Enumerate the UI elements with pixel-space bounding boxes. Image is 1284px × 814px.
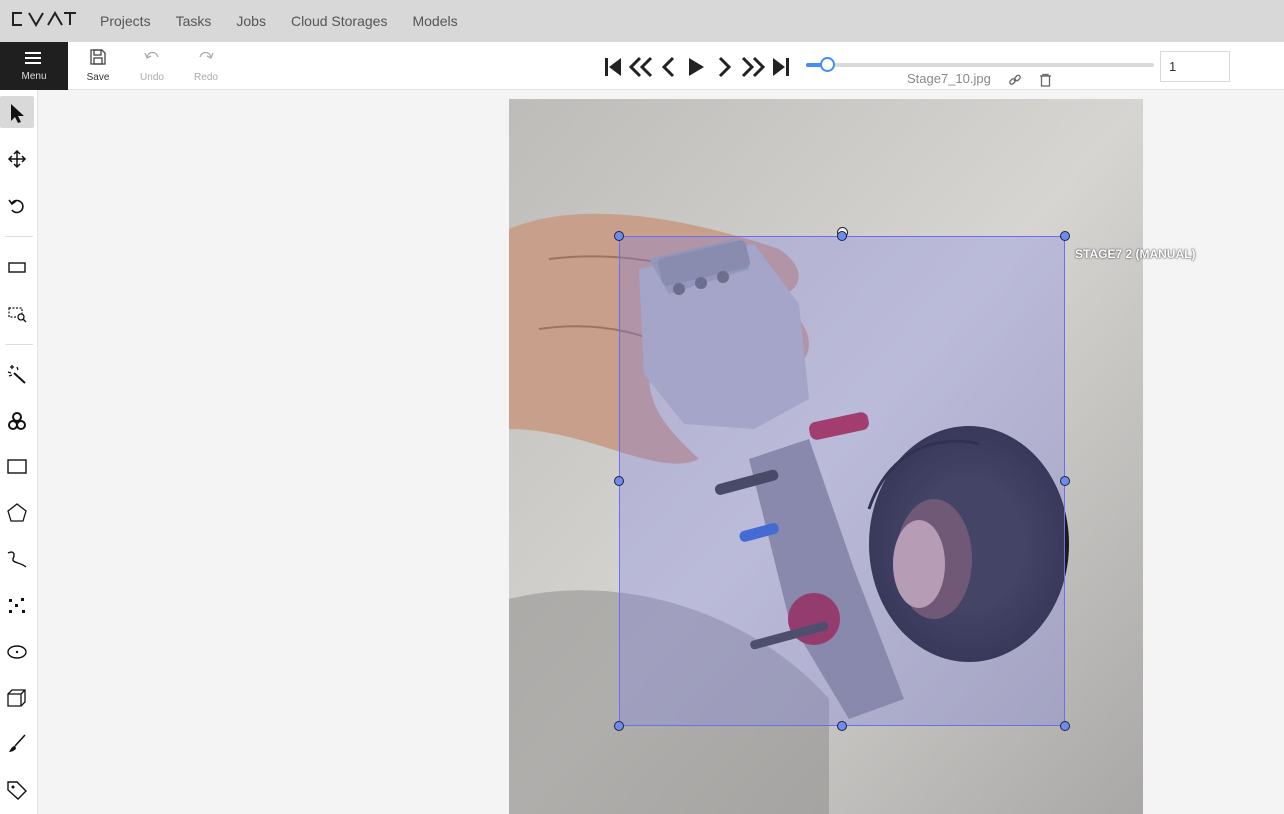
tag-tool[interactable] xyxy=(0,773,34,805)
previous-frame-icon[interactable] xyxy=(661,54,677,80)
brush-tool[interactable] xyxy=(0,727,34,759)
ellipse-icon xyxy=(7,645,27,659)
play-icon[interactable] xyxy=(686,54,706,80)
top-header: Projects Tasks Jobs Cloud Storages Model… xyxy=(0,0,1284,42)
openvino-icon xyxy=(8,412,26,430)
resize-handle-top-right[interactable] xyxy=(1060,231,1070,241)
resize-handle-bottom-left[interactable] xyxy=(614,721,624,731)
sidebar-divider xyxy=(5,344,33,345)
resize-handle-bottom[interactable] xyxy=(837,721,847,731)
frame-number-input[interactable] xyxy=(1160,51,1230,82)
nav-models[interactable]: Models xyxy=(412,13,457,29)
draw-polygon-tool[interactable] xyxy=(0,496,34,528)
menu-label: Menu xyxy=(21,71,47,82)
nav-jobs[interactable]: Jobs xyxy=(236,13,266,29)
shape-label-text: STAGE7 2 (MANUAL) xyxy=(1075,247,1196,261)
polyline-icon xyxy=(7,551,27,568)
resize-handle-bottom-right[interactable] xyxy=(1060,721,1070,731)
bounding-box-shape[interactable] xyxy=(619,236,1065,726)
frame-slider-track[interactable] xyxy=(806,63,1154,67)
tag-icon xyxy=(7,781,27,800)
resize-handle-left[interactable] xyxy=(614,476,624,486)
resize-handle-right[interactable] xyxy=(1060,476,1070,486)
polygon-icon xyxy=(7,503,27,522)
resize-handle-top[interactable] xyxy=(837,231,847,241)
menu-button[interactable]: Menu xyxy=(0,42,68,90)
points-icon xyxy=(9,598,25,613)
rectangle-icon xyxy=(7,459,27,474)
save-label: Save xyxy=(86,72,110,83)
nav-projects[interactable]: Projects xyxy=(100,13,151,29)
zoom-region-tool[interactable] xyxy=(0,296,34,328)
undo-button[interactable]: Undo xyxy=(132,42,172,90)
next-frame-icon[interactable] xyxy=(716,54,732,80)
previous-step-icon[interactable] xyxy=(628,54,654,80)
rotate-icon xyxy=(8,199,24,214)
draw-polyline-tool[interactable] xyxy=(0,542,34,574)
first-frame-icon[interactable] xyxy=(604,54,622,80)
cvat-logo[interactable] xyxy=(10,10,76,28)
controls-sidebar xyxy=(0,90,38,814)
draw-cuboid-tool[interactable] xyxy=(0,681,34,713)
copy-link-icon[interactable] xyxy=(1008,73,1022,87)
frame-filename: Stage7_10.jpg xyxy=(907,71,991,86)
zoom-region-icon xyxy=(8,307,27,323)
frame-slider-handle[interactable] xyxy=(820,57,835,72)
save-button[interactable]: Save xyxy=(78,42,118,90)
fit-image-tool[interactable] xyxy=(0,250,34,282)
cuboid-icon xyxy=(7,689,26,707)
magic-wand-icon xyxy=(7,365,26,384)
redo-icon xyxy=(199,51,214,59)
undo-icon xyxy=(144,51,159,59)
delete-frame-icon[interactable] xyxy=(1039,73,1052,87)
openvino-tool[interactable] xyxy=(0,404,34,436)
draw-points-tool[interactable] xyxy=(0,589,34,621)
sidebar-divider xyxy=(5,236,33,237)
nav-tasks[interactable]: Tasks xyxy=(176,13,212,29)
undo-label: Undo xyxy=(140,72,164,83)
redo-label: Redo xyxy=(194,72,218,83)
move-icon xyxy=(7,149,27,169)
main-nav: Projects Tasks Jobs Cloud Storages Model… xyxy=(100,0,483,42)
brush-icon xyxy=(9,734,26,752)
move-tool[interactable] xyxy=(0,142,34,174)
fit-image-icon xyxy=(8,262,26,273)
next-step-icon[interactable] xyxy=(740,54,766,80)
cursor-icon xyxy=(11,104,24,123)
last-frame-icon[interactable] xyxy=(772,54,790,80)
redo-button[interactable]: Redo xyxy=(186,42,226,90)
hamburger-icon xyxy=(25,52,41,64)
cursor-tool[interactable] xyxy=(0,96,34,128)
nav-cloud-storages[interactable]: Cloud Storages xyxy=(291,13,388,29)
draw-ellipse-tool[interactable] xyxy=(0,635,34,667)
rotate-tool[interactable] xyxy=(0,189,34,221)
resize-handle-top-left[interactable] xyxy=(614,231,624,241)
save-icon xyxy=(90,49,106,65)
magic-wand-tool[interactable] xyxy=(0,357,34,389)
draw-rectangle-tool[interactable] xyxy=(0,450,34,482)
